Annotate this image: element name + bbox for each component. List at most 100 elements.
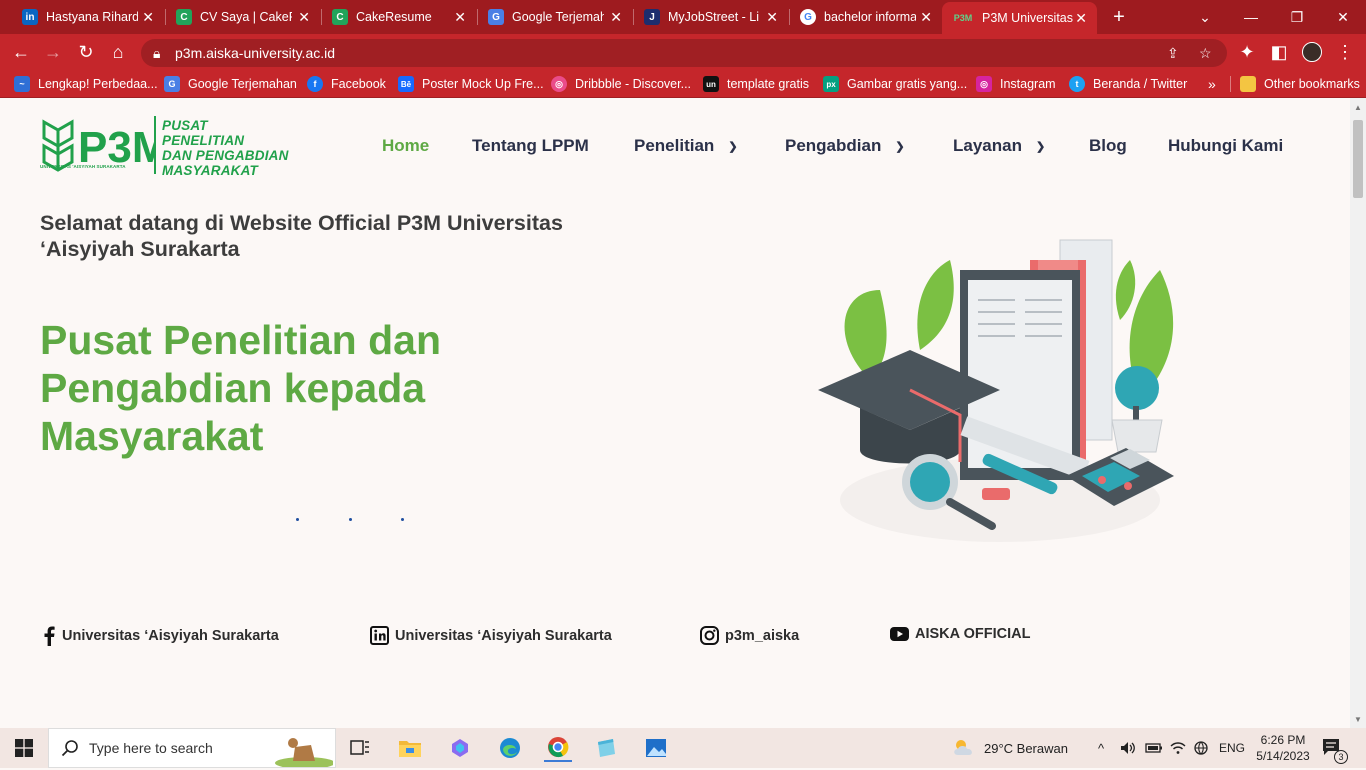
bookmark-item[interactable]: t Beranda / Twitter bbox=[1069, 70, 1187, 98]
minimize-button[interactable]: — bbox=[1228, 0, 1274, 34]
close-tab-icon[interactable]: ✕ bbox=[454, 9, 466, 26]
web-page: P3M UNIVERSITAS 'AISYIYAH SURAKARTA PUSA… bbox=[0, 98, 1350, 728]
social-linkedin-link[interactable]: Universitas ‘Aisyiyah Surakarta bbox=[370, 626, 612, 645]
dribbble-icon: ◎ bbox=[551, 76, 567, 92]
bookmark-item[interactable]: un template gratis bbox=[703, 70, 809, 98]
tab-google-search[interactable]: G bachelor informa ✕ bbox=[790, 0, 942, 34]
close-tab-icon[interactable]: ✕ bbox=[298, 9, 310, 26]
social-youtube-link[interactable]: AISKA OFFICIAL bbox=[890, 626, 1030, 642]
google-translate-icon: G bbox=[488, 9, 504, 25]
page-scrollbar[interactable]: ▲ ▼ bbox=[1350, 98, 1366, 728]
tab-cv-saya[interactable]: C CV Saya | CakeRe ✕ bbox=[166, 0, 320, 34]
lock-icon[interactable]: 🔒︎ bbox=[153, 39, 160, 67]
task-view-icon[interactable] bbox=[346, 734, 374, 762]
education-illustration bbox=[818, 239, 1174, 542]
avatar[interactable] bbox=[1301, 41, 1323, 63]
home-icon[interactable]: ⌂ bbox=[107, 41, 129, 63]
extensions-icon[interactable]: ✦ bbox=[1236, 41, 1258, 63]
bookmark-item[interactable]: Bē Poster Mock Up Fre... bbox=[398, 70, 544, 98]
tab-cakeresume[interactable]: C CakeResume ✕ bbox=[322, 0, 476, 34]
show-hidden-icons[interactable]: ^ bbox=[1098, 728, 1104, 768]
weather-widget[interactable]: 29°C Berawan bbox=[952, 728, 1068, 768]
close-tab-icon[interactable]: ✕ bbox=[766, 9, 778, 26]
battery-icon[interactable] bbox=[1145, 728, 1163, 768]
nav-hubungi-kami[interactable]: Hubungi Kami bbox=[1168, 136, 1283, 156]
nav-home[interactable]: Home bbox=[382, 136, 429, 156]
bookmark-favicon: ~ bbox=[14, 76, 30, 92]
logo-subtitle: UNIVERSITAS 'AISYIYAH SURAKARTA bbox=[40, 164, 126, 169]
carousel-dot[interactable] bbox=[401, 518, 404, 521]
bookmark-item[interactable]: ~ Lengkap! Perbedaa... bbox=[14, 70, 158, 98]
volume-icon[interactable] bbox=[1120, 728, 1136, 768]
tab-google-translate[interactable]: G Google Terjemah ✕ bbox=[478, 0, 632, 34]
instagram-icon: ◎ bbox=[976, 76, 992, 92]
close-tab-icon[interactable]: ✕ bbox=[1075, 10, 1087, 27]
facebook-icon bbox=[42, 626, 56, 646]
bookmark-star-icon[interactable]: ☆ bbox=[1199, 39, 1212, 67]
other-bookmarks-button[interactable]: Other bookmarks bbox=[1240, 70, 1360, 98]
social-facebook-link[interactable]: Universitas ‘Aisyiyah Surakarta bbox=[42, 626, 279, 646]
bookmark-item[interactable]: ◎ Instagram bbox=[976, 70, 1056, 98]
instagram-icon bbox=[700, 626, 719, 645]
language-switch-icon[interactable] bbox=[1194, 728, 1208, 768]
scrollbar-thumb[interactable] bbox=[1353, 120, 1363, 198]
tab-linkedin[interactable]: in Hastyana Rihardin ✕ bbox=[12, 0, 164, 34]
copilot-icon[interactable] bbox=[446, 734, 474, 762]
windows-taskbar: Type here to search 29°C Berawan ^ ENG 6… bbox=[0, 728, 1366, 769]
carousel-dot[interactable] bbox=[296, 518, 299, 521]
new-tab-button[interactable]: + bbox=[1096, 0, 1142, 34]
more-bookmarks-button[interactable]: » bbox=[1208, 70, 1216, 98]
chevron-down-icon: ❯ bbox=[895, 140, 905, 153]
side-panel-icon[interactable]: ◧ bbox=[1268, 41, 1290, 63]
carousel-dot[interactable] bbox=[349, 518, 352, 521]
close-tab-icon[interactable]: ✕ bbox=[610, 9, 622, 26]
notification-center-icon[interactable]: 3 bbox=[1322, 728, 1348, 768]
scroll-down-icon[interactable]: ▼ bbox=[1350, 712, 1366, 726]
nav-tentang-lppm[interactable]: Tentang LPPM bbox=[472, 136, 589, 156]
bookmarks-divider bbox=[1230, 76, 1231, 92]
wifi-icon[interactable] bbox=[1170, 728, 1186, 768]
partly-cloudy-icon bbox=[952, 738, 976, 759]
address-bar[interactable]: 🔒︎ p3m.aiska-university.ac.id ⇪ ☆ bbox=[141, 39, 1227, 67]
nav-pengabdian[interactable]: Pengabdian ❯ bbox=[785, 136, 905, 156]
notes-app-icon[interactable] bbox=[592, 734, 620, 762]
restore-button[interactable]: ❐ bbox=[1274, 0, 1320, 34]
p3m-icon: P3M bbox=[953, 13, 973, 23]
photos-app-icon[interactable] bbox=[642, 734, 670, 762]
close-window-button[interactable]: ✕ bbox=[1320, 0, 1366, 34]
browser-menu-icon[interactable]: ⋮ bbox=[1334, 41, 1356, 63]
search-icon bbox=[61, 739, 79, 760]
edge-browser-icon[interactable] bbox=[496, 734, 524, 762]
close-tab-icon[interactable]: ✕ bbox=[920, 9, 932, 26]
nav-blog[interactable]: Blog bbox=[1089, 136, 1127, 156]
jobstreet-icon: J bbox=[644, 9, 660, 25]
bookmark-item[interactable]: f Facebook bbox=[307, 70, 386, 98]
tab-search-icon[interactable]: ⌄ bbox=[1182, 0, 1228, 34]
reload-icon[interactable]: ↻ bbox=[75, 41, 97, 63]
chrome-browser-icon[interactable] bbox=[544, 734, 572, 762]
system-clock[interactable]: 6:26 PM 5/14/2023 bbox=[1254, 728, 1312, 768]
file-explorer-icon[interactable] bbox=[396, 734, 424, 762]
nav-penelitian[interactable]: Penelitian ❯ bbox=[634, 136, 738, 156]
input-language[interactable]: ENG bbox=[1219, 728, 1245, 768]
bookmark-item[interactable]: px Gambar gratis yang... bbox=[823, 70, 967, 98]
twitter-icon: t bbox=[1069, 76, 1085, 92]
share-icon[interactable]: ⇪ bbox=[1167, 39, 1179, 67]
social-instagram-link[interactable]: p3m_aiska bbox=[700, 626, 799, 645]
scroll-up-icon[interactable]: ▲ bbox=[1350, 100, 1366, 114]
logo-text: PUSAT PENELITIAN DAN PENGABDIAN MASYARAK… bbox=[162, 118, 289, 178]
back-icon[interactable]: ← bbox=[10, 41, 32, 63]
search-highlight-icon bbox=[275, 731, 335, 769]
forward-icon[interactable]: → bbox=[42, 41, 64, 63]
tab-myjobstreet[interactable]: J MyJobStreet - Li ✕ bbox=[634, 0, 788, 34]
logo-divider bbox=[154, 116, 156, 174]
bookmark-item[interactable]: G Google Terjemahan bbox=[164, 70, 297, 98]
windows-start-icon[interactable] bbox=[10, 734, 38, 762]
welcome-heading: Selamat datang di Website Official P3M U… bbox=[40, 211, 563, 261]
nav-layanan[interactable]: Layanan ❯ bbox=[953, 136, 1045, 156]
tab-p3m-active[interactable]: P3M P3M Universitas ✕ bbox=[942, 2, 1097, 34]
bookmark-item[interactable]: ◎ Dribbble - Discover... bbox=[551, 70, 691, 98]
close-tab-icon[interactable]: ✕ bbox=[142, 9, 154, 26]
pexels-icon: px bbox=[823, 76, 839, 92]
taskbar-search-input[interactable]: Type here to search bbox=[48, 728, 336, 769]
